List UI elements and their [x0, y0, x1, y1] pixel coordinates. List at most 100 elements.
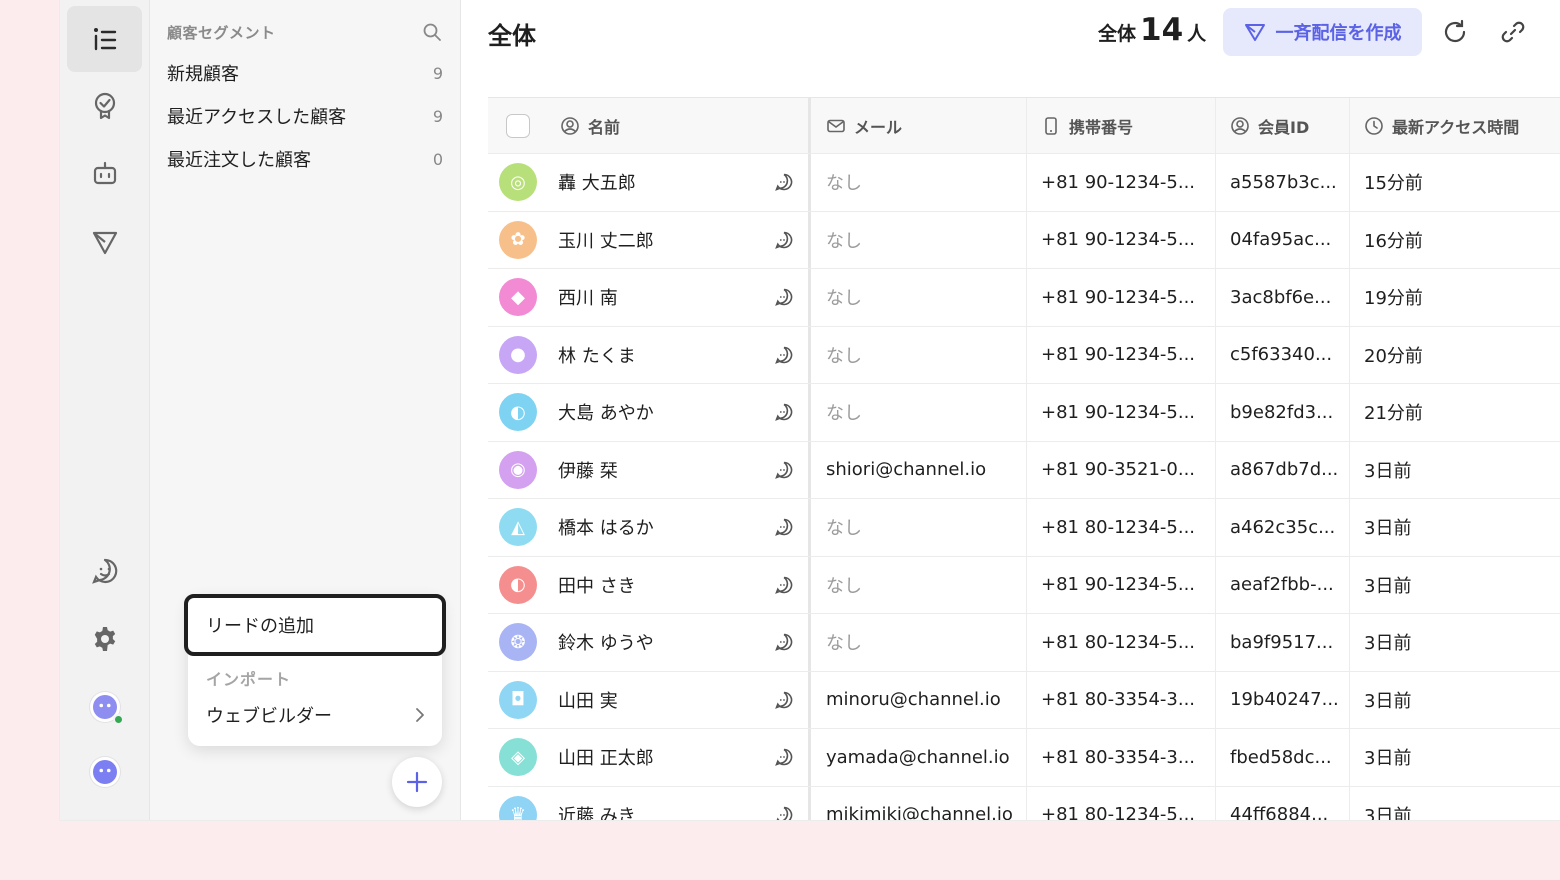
segment-item-recent-order[interactable]: 最近注文した顧客 0	[167, 144, 443, 174]
mail-cell: yamada@channel.io	[811, 729, 1027, 786]
nav-campaign[interactable]	[67, 209, 142, 275]
customer-last-access: 3日前	[1364, 805, 1412, 820]
chat-icon[interactable]	[774, 690, 794, 710]
customer-name: 橋本 はるか	[558, 518, 654, 540]
chat-icon[interactable]	[774, 402, 794, 422]
mail-cell: なし	[811, 269, 1027, 326]
table-row[interactable]: ◎ 轟 大五郎 なし +81 90-1234-5... a5587b3c... …	[488, 154, 1560, 212]
chat-icon[interactable]	[774, 575, 794, 595]
search-icon[interactable]	[422, 22, 442, 42]
mail-cell: なし	[811, 614, 1027, 671]
person-circle-icon	[561, 116, 579, 135]
avatar-cell: ✿	[488, 212, 548, 269]
name-cell: 橋本 はるか	[548, 499, 811, 556]
select-all-cell	[488, 98, 548, 153]
customer-last-access: 20分前	[1364, 345, 1423, 367]
last-access-cell: 20分前	[1350, 327, 1560, 384]
web-builder-menu-item[interactable]: ウェブビルダー	[206, 700, 426, 730]
table-row[interactable]: ❂ 鈴木 ゆうや なし +81 80-1234-5... ba9f9517...…	[488, 614, 1560, 672]
refresh-icon[interactable]	[1441, 18, 1469, 46]
table-row[interactable]: ◆ 西川 南 なし +81 90-1234-5... 3ac8bf6e... 1…	[488, 269, 1560, 327]
column-label: メール	[854, 117, 903, 137]
mail-cell: なし	[811, 384, 1027, 441]
chat-icon[interactable]	[774, 172, 794, 192]
table-row[interactable]: ◭ 橋本 はるか なし +81 80-1234-5... a462c35c...…	[488, 499, 1560, 557]
name-cell: 玉川 丈二郎	[548, 211, 811, 268]
customer-phone: +81 80-1234-5...	[1041, 804, 1196, 820]
segment-item-count: 9	[432, 106, 443, 126]
column-header-member-id[interactable]: 会員ID	[1216, 98, 1350, 153]
table-row[interactable]: ◘ 山田 実 minoru@channel.io +81 80-3354-3..…	[488, 671, 1560, 729]
link-icon[interactable]	[1499, 18, 1527, 46]
name-cell: 林 たくま	[548, 326, 811, 383]
member-id-cell: 3ac8bf6e...	[1216, 269, 1350, 326]
avatar-cell: ❂	[488, 614, 548, 671]
table-row[interactable]: ♛ 近藤 みき mikimiki@channel.io +81 80-1234-…	[488, 786, 1560, 820]
name-cell: 近藤 みき	[548, 786, 811, 820]
chat-icon[interactable]	[774, 230, 794, 250]
table-row[interactable]: ◐ 田中 さき なし +81 90-1234-5... aeaf2fbb-...…	[488, 556, 1560, 614]
web-builder-label: ウェブビルダー	[206, 706, 332, 727]
table-row[interactable]: ● 林 たくま なし +81 90-1234-5... c5f63340... …	[488, 326, 1560, 384]
customer-member-id: 04fa95ac...	[1230, 229, 1332, 251]
phone-cell: +81 80-1234-5...	[1027, 614, 1216, 671]
select-all-checkbox[interactable]	[506, 113, 530, 138]
nav-support[interactable]	[67, 538, 142, 604]
nav-settings[interactable]	[67, 606, 142, 672]
chat-icon[interactable]	[774, 747, 794, 767]
chat-icon[interactable]	[774, 460, 794, 480]
table-row[interactable]: ✿ 玉川 丈二郎 なし +81 90-1234-5... 04fa95ac...…	[488, 211, 1560, 269]
customer-name: 山田 正太郎	[558, 748, 654, 770]
table-row[interactable]: ◐ 大島 あやか なし +81 90-1234-5... b9e82fd3...…	[488, 384, 1560, 442]
add-button[interactable]	[392, 757, 442, 807]
chat-icon[interactable]	[774, 345, 794, 365]
column-header-mail[interactable]: メール	[811, 98, 1027, 153]
chat-icon[interactable]	[774, 632, 794, 652]
customer-name: 山田 実	[558, 690, 618, 712]
add-menu-popup: リードの追加 インポート ウェブビルダー	[184, 594, 446, 746]
member-id-cell: 19b40247...	[1216, 671, 1350, 728]
segment-title: 顧客セグメント	[167, 23, 276, 42]
member-id-cell: aeaf2fbb-...	[1216, 556, 1350, 613]
create-broadcast-button[interactable]: 一斉配信を作成	[1223, 8, 1422, 56]
last-access-cell: 3日前	[1350, 729, 1560, 786]
icon-rail	[60, 0, 150, 820]
chat-icon[interactable]	[774, 287, 794, 307]
chat-icon[interactable]	[774, 517, 794, 537]
last-access-cell: 3日前	[1350, 672, 1560, 729]
nav-customers[interactable]	[67, 6, 142, 72]
nav-profile[interactable]	[67, 739, 142, 805]
chat-icon[interactable]	[774, 805, 794, 820]
segment-item-recent-access[interactable]: 最近アクセスした顧客 9	[167, 101, 443, 131]
column-label: 名前	[588, 117, 621, 137]
customer-avatar: ◭	[499, 508, 537, 547]
column-header-name[interactable]: 名前	[548, 98, 811, 153]
mail-cell: なし	[811, 326, 1027, 383]
customer-phone: +81 90-1234-5...	[1041, 574, 1196, 596]
plus-icon	[406, 771, 428, 793]
nav-tasks[interactable]	[67, 73, 142, 139]
create-broadcast-label: 一斉配信を作成	[1275, 23, 1402, 44]
customer-mail: minoru@channel.io	[826, 689, 1001, 711]
phone-cell: +81 80-3354-3...	[1027, 729, 1216, 786]
column-header-phone[interactable]: 携帯番号	[1027, 98, 1216, 153]
nav-user-status[interactable]	[67, 674, 142, 740]
table-row[interactable]: ◉ 伊藤 栞 shiori@channel.io +81 90-3521-0..…	[488, 441, 1560, 499]
customer-last-access: 3日前	[1364, 575, 1412, 597]
column-label: 携帯番号	[1069, 117, 1134, 137]
table-row[interactable]: ◈ 山田 正太郎 yamada@channel.io +81 80-3354-3…	[488, 729, 1560, 787]
total-label: 全体	[1098, 23, 1137, 45]
member-id-cell: fbed58dc...	[1216, 729, 1350, 786]
last-access-cell: 3日前	[1350, 614, 1560, 671]
member-id-cell: b9e82fd3...	[1216, 384, 1350, 441]
nav-bot[interactable]	[67, 141, 142, 207]
phone-cell: +81 80-1234-5...	[1027, 786, 1216, 820]
last-access-cell: 3日前	[1350, 787, 1560, 820]
column-header-last-access[interactable]: 最新アクセス時間	[1350, 98, 1560, 153]
gear-icon	[94, 627, 115, 651]
add-lead-menu-item[interactable]: リードの追加	[184, 594, 446, 656]
segment-item-new[interactable]: 新規顧客 9	[167, 58, 443, 88]
customer-mail: shiori@channel.io	[826, 459, 987, 481]
customer-avatar: ♛	[499, 795, 537, 820]
name-cell: 鈴木 ゆうや	[548, 614, 811, 671]
